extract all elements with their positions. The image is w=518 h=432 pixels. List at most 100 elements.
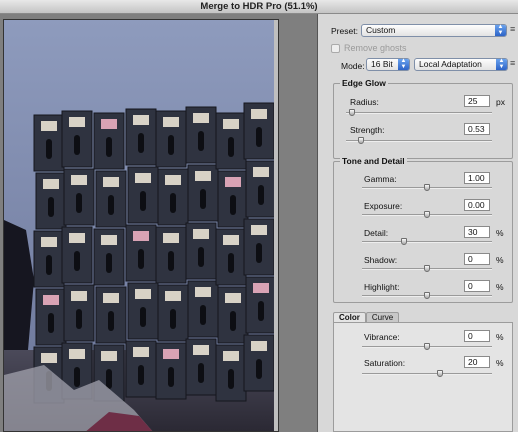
drawer-handle: [140, 307, 146, 327]
drawer-label: [163, 117, 179, 127]
drawer-handle: [74, 367, 80, 387]
method-select[interactable]: Local Adaptation ▲ ▼: [414, 58, 508, 71]
shadow-label: Shadow:: [364, 255, 398, 265]
vibrance-field[interactable]: 0: [464, 330, 490, 342]
drawer-label: [223, 235, 239, 245]
detail-slider-thumb[interactable]: [400, 238, 407, 245]
tab-color[interactable]: Color: [333, 312, 366, 322]
select-arrows-icon: ▲ ▼: [398, 58, 409, 70]
drawer-label: [223, 119, 239, 129]
tab-curve[interactable]: Curve: [365, 312, 400, 322]
drawer-label: [69, 349, 85, 359]
saturation-label: Saturation:: [364, 358, 406, 368]
drawer-label: [71, 175, 87, 185]
drawer-handle: [140, 191, 146, 211]
preset-label: Preset:: [331, 26, 358, 36]
saturation-slider-thumb[interactable]: [437, 370, 443, 377]
drawer-handle: [106, 253, 112, 273]
saturation-slider[interactable]: [362, 370, 492, 377]
detail-slider[interactable]: [362, 238, 492, 245]
exposure-slider-thumb[interactable]: [424, 211, 430, 218]
highlight-field[interactable]: 0: [464, 280, 490, 292]
drawer-label: [251, 109, 267, 119]
drawer-label: [251, 341, 267, 351]
gamma-slider[interactable]: [362, 184, 492, 191]
select-arrows-icon: ▲ ▼: [496, 58, 507, 70]
hdr-preview-image[interactable]: [3, 19, 279, 432]
drawer-label: [165, 291, 181, 301]
drawer-handle: [228, 369, 234, 389]
drawer-label: [101, 235, 117, 245]
drawer-label: [41, 353, 57, 363]
highlight-slider[interactable]: [362, 292, 492, 299]
radius-unit: px: [496, 97, 505, 107]
drawer-label: [101, 351, 117, 361]
drawer-handle: [256, 127, 262, 147]
preview-area: [0, 14, 318, 432]
drawer-handle: [228, 253, 234, 273]
gamma-label: Gamma:: [364, 174, 397, 184]
drawer-label: [135, 173, 151, 183]
color-tab-panel: Vibrance: 0 % Saturation: 20 %: [333, 322, 513, 432]
drawer-handle: [168, 251, 174, 271]
drawer-handle: [106, 369, 112, 389]
drawer-handle: [48, 197, 54, 217]
radius-label: Radius:: [350, 97, 379, 107]
drawer-handle: [108, 311, 114, 331]
drawer-label: [71, 291, 87, 301]
drawer-label: [253, 283, 269, 293]
vibrance-unit: %: [496, 332, 504, 342]
panel-menu-icon[interactable]: ≡: [510, 24, 515, 34]
radius-slider-thumb[interactable]: [348, 109, 355, 116]
exposure-slider[interactable]: [362, 211, 492, 218]
strength-field[interactable]: 0.53: [464, 123, 490, 135]
preset-select[interactable]: Custom ▲ ▼: [361, 24, 507, 37]
drawer-label: [41, 237, 57, 247]
radius-slider[interactable]: [346, 109, 492, 116]
drawer-label: [163, 233, 179, 243]
highlight-slider-thumb[interactable]: [424, 292, 430, 299]
preview-image-drawing: [4, 20, 278, 431]
gamma-slider-thumb[interactable]: [424, 184, 430, 191]
drawer-label: [135, 289, 151, 299]
drawer-handle: [256, 243, 262, 263]
exposure-field[interactable]: 0.00: [464, 199, 490, 211]
preview-scrollbar[interactable]: [274, 20, 278, 431]
remove-ghosts-checkbox[interactable]: [331, 43, 340, 53]
shadow-slider-thumb[interactable]: [424, 265, 430, 272]
drawer-label: [195, 171, 211, 181]
mode-menu-icon[interactable]: ≡: [510, 58, 515, 68]
detail-field[interactable]: 30: [464, 226, 490, 238]
remove-ghosts-label: Remove ghosts: [344, 43, 407, 53]
drawer-handle: [168, 367, 174, 387]
drawer-label: [101, 119, 117, 129]
drawer-label: [133, 231, 149, 241]
radius-field[interactable]: 25: [464, 95, 490, 107]
vibrance-slider[interactable]: [362, 343, 492, 350]
strength-slider[interactable]: [346, 137, 492, 144]
drawer-handle: [170, 309, 176, 329]
bit-depth-select[interactable]: 16 Bit ▲ ▼: [366, 58, 410, 71]
tab-bar: Color Curve: [333, 312, 400, 322]
drawer-handle: [48, 313, 54, 333]
drawer-handle: [256, 359, 262, 379]
drawer-handle: [108, 195, 114, 215]
drawer-handle: [138, 365, 144, 385]
drawer-label: [195, 287, 211, 297]
drawer-handle: [46, 139, 52, 159]
drawer-handle: [200, 189, 206, 209]
shadow-slider[interactable]: [362, 265, 492, 272]
drawer-handle: [74, 135, 80, 155]
drawer-label: [253, 167, 269, 177]
strength-slider-thumb[interactable]: [357, 137, 364, 144]
detail-unit: %: [496, 228, 504, 238]
drawer-handle: [74, 251, 80, 271]
gamma-field[interactable]: 1.00: [464, 172, 490, 184]
remove-ghosts-option[interactable]: Remove ghosts: [331, 43, 407, 53]
drawer-label: [163, 349, 179, 359]
shadow-field[interactable]: 0: [464, 253, 490, 265]
vibrance-slider-thumb[interactable]: [424, 343, 430, 350]
drawer-handle: [46, 255, 52, 275]
saturation-field[interactable]: 20: [464, 356, 490, 368]
drawer-label: [225, 177, 241, 187]
